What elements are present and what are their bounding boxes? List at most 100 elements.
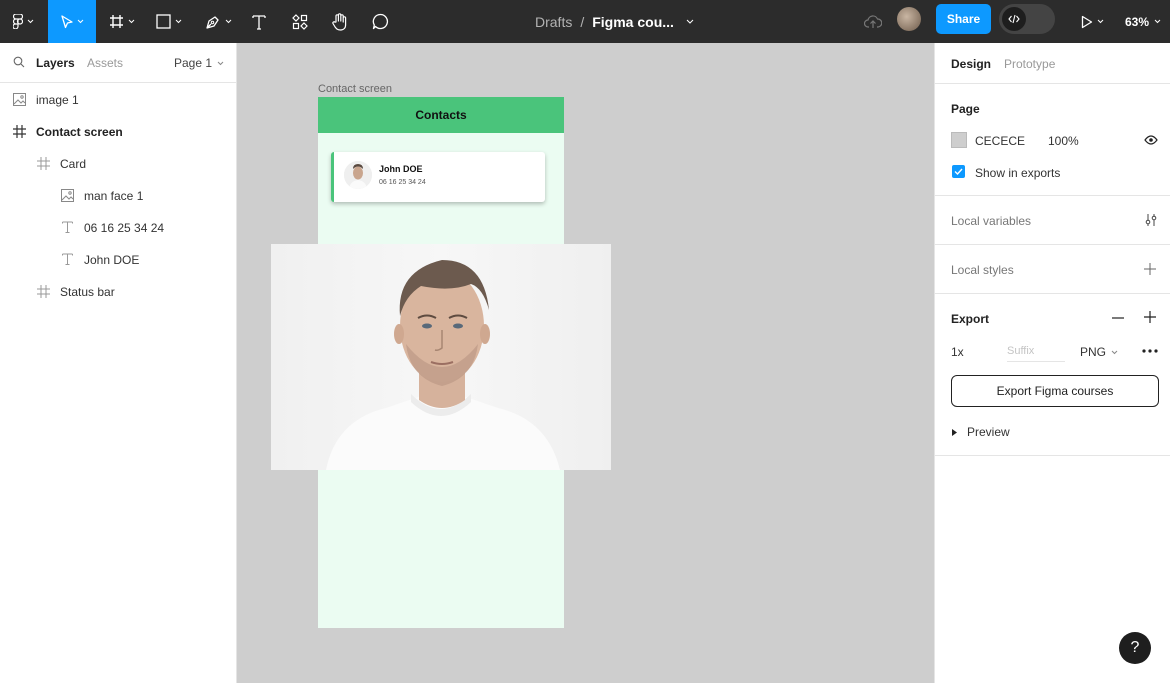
layer-name-text[interactable]: John DOE [0,244,236,276]
image-icon [61,189,74,202]
present-button[interactable] [1074,0,1110,43]
file-name[interactable]: Figma cou... [592,14,674,30]
more-options-icon[interactable] [1142,349,1158,353]
comment-icon [372,13,388,30]
play-icon [1081,15,1092,28]
breadcrumb-separator: / [580,13,585,30]
tab-design[interactable]: Design [951,57,991,71]
shape-tool-button[interactable] [151,0,187,43]
minus-icon[interactable] [1112,317,1124,319]
hand-icon [332,12,347,31]
layer-man-face[interactable]: man face 1 [0,180,236,212]
chevron-down-icon [175,19,182,24]
show-in-exports-label: Show in exports [975,166,1061,180]
layers-panel: Layers Assets Page 1 image 1 Contact scr… [0,43,237,683]
chevron-down-icon [225,19,231,24]
layer-name: image 1 [36,93,79,107]
canvas[interactable]: Contact screen Contacts John DOE 06 16 2… [237,43,934,683]
toolbar: Drafts / Figma cou... Share 63% [0,0,1170,43]
export-button[interactable]: Export Figma courses [951,375,1159,407]
frame-tool-button[interactable] [104,0,140,43]
chevron-down-icon[interactable] [686,19,694,24]
hand-tool-button[interactable] [325,0,355,43]
layer-name: Card [60,157,87,171]
chevron-down-icon [77,19,83,24]
text-icon [252,14,266,30]
page-color-hex[interactable]: CECECE [975,134,1025,148]
man-portrait-icon [326,260,560,470]
man-face-thumbnail [344,161,372,189]
page-color-swatch[interactable] [951,132,967,148]
rectangle-icon [156,14,171,29]
tab-layers[interactable]: Layers [36,56,75,70]
page-selector[interactable]: Page 1 [174,56,224,70]
layer-phone-text[interactable]: 06 16 25 34 24 [0,212,236,244]
tab-prototype[interactable]: Prototype [1004,57,1055,71]
text-icon [62,253,73,265]
chevron-down-icon [1097,19,1103,24]
plus-icon[interactable] [1144,311,1156,323]
frame-icon [110,15,123,28]
layer-name: John DOE [84,253,140,267]
export-section-title: Export [951,312,990,326]
resources-tool-button[interactable] [285,0,315,43]
layer-name: 06 16 25 34 24 [84,221,165,235]
layer-image-1[interactable]: image 1 [0,84,236,116]
components-icon [292,13,308,30]
page-selector-label: Page 1 [174,56,213,70]
export-suffix-input[interactable]: Suffix [1007,345,1065,362]
figma-logo-icon [12,14,23,29]
sliders-icon[interactable] [1144,213,1158,227]
search-icon[interactable] [13,56,25,68]
layers-panel-header: Layers Assets Page 1 [0,43,236,83]
dev-mode-toggle[interactable] [999,4,1055,34]
file-title[interactable]: Drafts / Figma cou... [535,0,694,43]
layer-status-bar[interactable]: Status bar [0,276,236,308]
export-format-select[interactable]: PNG [1080,345,1118,359]
layer-name: Status bar [60,285,115,299]
zoom-menu[interactable]: 63% [1125,0,1161,43]
pen-tool-button[interactable] [198,0,238,43]
preview-label: Preview [967,425,1010,439]
layer-card[interactable]: Card [0,148,236,180]
save-status-button[interactable] [862,0,884,43]
avatar[interactable] [897,7,921,31]
text-tool-button[interactable] [245,0,273,43]
move-tool-button[interactable] [48,0,96,43]
local-variables-section[interactable]: Local variables [935,196,1170,245]
frame-label[interactable]: Contact screen [318,83,392,95]
preview-toggle[interactable]: Preview [952,425,1010,439]
chevron-down-icon [1154,19,1161,24]
chevron-down-icon [217,61,224,65]
layer-name: man face 1 [84,189,144,203]
local-styles-section[interactable]: Local styles [935,245,1170,294]
share-button[interactable]: Share [936,4,991,34]
eye-icon[interactable] [1144,135,1158,145]
dev-mode-knob [1002,7,1026,31]
export-suffix-placeholder: Suffix [1007,345,1035,357]
page-opacity[interactable]: 100% [1048,134,1079,148]
properties-tabs: Design Prototype [935,43,1170,84]
export-scale[interactable]: 1x [951,345,964,359]
pen-icon [205,15,219,29]
plus-icon[interactable] [1144,263,1156,275]
tab-assets[interactable]: Assets [87,56,123,70]
main-menu-button[interactable] [6,0,40,43]
contact-card[interactable]: John DOE 06 16 25 34 24 [331,152,545,202]
code-icon [1008,14,1020,24]
man-portrait-image[interactable] [271,244,611,470]
local-variables-label: Local variables [951,214,1032,228]
show-in-exports-checkbox[interactable] [952,165,965,178]
export-format: PNG [1080,345,1107,359]
drafts-breadcrumb[interactable]: Drafts [535,14,572,30]
help-button[interactable]: ? [1119,632,1151,664]
comment-tool-button[interactable] [365,0,395,43]
text-icon [62,221,73,233]
layer-contact-screen[interactable]: Contact screen [0,116,236,148]
frame-icon [13,125,26,138]
chevron-down-icon [1111,350,1118,354]
status-bar[interactable]: Contacts [318,97,564,133]
man-face-icon [344,161,372,189]
cloud-upload-icon [864,14,882,28]
frame-icon [37,285,50,298]
